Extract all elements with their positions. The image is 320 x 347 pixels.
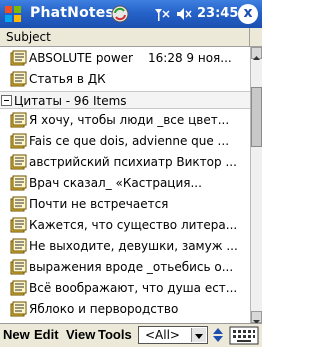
note-row[interactable]: Я хочу, чтобы люди _все цвет... [0,110,250,131]
menu-bar: New Edit View Tools <All> [0,323,262,347]
notes-list: ABSOLUTE power 16:28 9 ноя... Статья в ДК Ц… [0,48,250,322]
note-icon [10,175,27,191]
note-icon [10,217,27,233]
windows-flag-icon[interactable] [4,5,22,23]
note-title: австрийский психиатр Виктор ... [29,155,237,169]
note-icon [10,133,27,149]
note-title: Почти не встречается [29,197,169,211]
scroll-up-button[interactable] [251,47,262,60]
menu-view[interactable]: View [66,327,95,342]
note-icon [10,50,27,66]
note-row[interactable]: Кажется, что существо литера... [0,215,250,236]
menu-edit[interactable]: Edit [34,327,59,342]
note-title: Яблоко и первородство [29,302,179,316]
note-row[interactable]: Почти не встречается [0,194,250,215]
note-row[interactable]: выражения вроде _отьебись о... [0,257,250,278]
scroll-down-button[interactable] [251,311,262,324]
note-row[interactable]: Яблоко и первородство [0,299,250,320]
note-timestamp: 16:28 9 ноя... [148,51,232,65]
menu-tools[interactable]: Tools [98,327,132,342]
collapse-toggle-icon[interactable] [1,95,12,106]
note-title: выражения вроде _отьебись о... [29,260,234,274]
note-row[interactable]: австрийский психиатр Виктор ... [0,152,250,173]
scroll-thumb[interactable] [251,87,262,147]
note-row[interactable]: ABSOLUTE power 16:28 9 ноя... [0,48,250,69]
note-icon [10,112,27,128]
note-row[interactable]: Не выходите, девушки, замуж ... [0,236,250,257]
sort-arrow-icon[interactable] [211,327,225,343]
speaker-muted-icon[interactable] [175,5,193,23]
menu-new[interactable]: New [3,327,30,342]
note-title: Не выходите, девушки, замуж ... [29,239,238,253]
close-button[interactable]: x [238,4,258,24]
note-row[interactable]: Fais ce que dois, advienne que ... [0,131,250,152]
note-title: Я хочу, чтобы люди _все цвет... [29,113,230,127]
close-icon: x [243,5,253,21]
note-icon [10,238,27,254]
scrollbar[interactable] [250,47,262,324]
note-icon [10,196,27,212]
filter-select[interactable]: <All> [138,326,208,344]
keyboard-icon[interactable] [229,326,259,345]
signal-icon[interactable] [153,5,171,23]
title-bar: PhatNotes 23:45 x [0,0,262,28]
note-icon [10,259,27,275]
column-header: Subject [0,28,262,47]
note-title: Кажется, что существо литера... [29,218,238,232]
chevron-down-icon [191,328,206,342]
clock[interactable]: 23:45 [197,6,238,21]
note-row[interactable]: Всё воображают, что душа ест... [0,278,250,299]
note-row[interactable]: Статья в ДК [0,69,250,90]
note-icon [10,280,27,296]
group-label: Цитаты - 96 Items [14,94,127,108]
note-title: Всё воображают, что душа ест... [29,281,238,295]
note-icon [10,71,27,87]
activesync-icon[interactable] [110,4,130,24]
note-row[interactable]: Джозеф Конрад_ [0,320,250,322]
note-title: Статья в ДК [29,72,106,86]
note-title: Fais ce que dois, advienne que ... [29,134,230,148]
app-title: PhatNotes [30,5,115,21]
note-title: Джозеф Конрад_ [29,320,249,322]
group-row[interactable]: Цитаты - 96 Items [0,91,250,109]
subject-column-header[interactable]: Subject [0,28,250,46]
note-title: Врач сказал_ «Кастрация... [29,176,202,190]
note-icon [10,154,27,170]
note-title: ABSOLUTE power [29,51,133,65]
note-icon [10,301,27,317]
note-row[interactable]: Врач сказал_ «Кастрация... [0,173,250,194]
filter-value: <All> [145,328,180,342]
